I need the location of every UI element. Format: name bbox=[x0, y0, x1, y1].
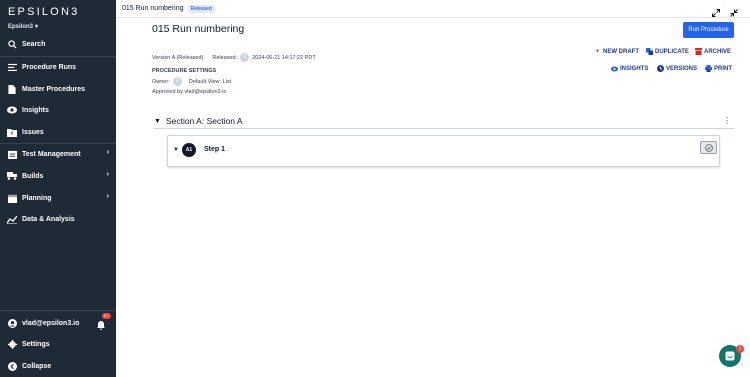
chevron-right-icon: › bbox=[106, 149, 109, 156]
divider bbox=[0, 143, 116, 144]
chart-line-icon bbox=[7, 214, 17, 224]
released-label: Released: bbox=[212, 54, 238, 61]
truck-icon bbox=[7, 171, 17, 181]
clock-icon bbox=[657, 65, 664, 72]
owner-row: Owner: V Default View: List bbox=[152, 77, 231, 86]
sidebar-item-label: Test Management bbox=[22, 150, 81, 158]
section-title: Section A: Section A bbox=[165, 116, 243, 126]
plus-icon: + bbox=[595, 48, 600, 55]
check-circle-icon bbox=[704, 143, 713, 152]
action-label: PRINT bbox=[714, 65, 732, 72]
sidebar-item-label: Insights bbox=[22, 106, 49, 114]
run-procedure-button[interactable]: Run Procedure bbox=[683, 22, 734, 38]
sidebar-item-label: Search bbox=[22, 40, 46, 48]
sidebar-item-master-procedures[interactable]: Master Procedures bbox=[0, 80, 116, 98]
step-card: ▼ A1 Step 1 bbox=[167, 135, 720, 167]
sidebar-item-settings[interactable]: Settings bbox=[0, 335, 116, 353]
procedure-title: 015 Run numbering bbox=[152, 23, 245, 35]
default-view: Default View: List bbox=[188, 78, 232, 85]
user-circle-icon bbox=[7, 318, 17, 328]
printer-icon bbox=[705, 65, 712, 72]
top-bar: 015 Run numbering Released bbox=[116, 0, 750, 18]
sidebar-item-label: Planning bbox=[22, 194, 52, 202]
avatar[interactable]: V bbox=[172, 77, 182, 86]
step-number-badge: A1 bbox=[182, 143, 196, 157]
sidebar-collapse[interactable]: Collapse bbox=[0, 357, 116, 375]
sidebar-item-label: Procedure Runs bbox=[22, 63, 77, 71]
sidebar-item-label: Collapse bbox=[22, 362, 52, 370]
sidebar-item-label: Builds bbox=[22, 172, 44, 180]
sidebar-item-label: Settings bbox=[22, 340, 50, 348]
released-timestamp: 2024-06-21 14:17:22 PDT bbox=[252, 54, 316, 61]
sidebar-item-builds[interactable]: Builds › bbox=[0, 167, 116, 185]
action-label: INSIGHTS bbox=[620, 65, 649, 72]
sidebar-item-insights[interactable]: Insights bbox=[0, 101, 116, 119]
gear-icon bbox=[7, 339, 17, 349]
step-title: Step 1 bbox=[204, 146, 226, 153]
status-badge: Released bbox=[187, 4, 215, 13]
action-label: VERSIONS bbox=[666, 65, 698, 72]
caret-down-icon[interactable]: ▼ bbox=[173, 147, 179, 153]
action-duplicate[interactable]: DUPLICATE bbox=[646, 48, 689, 55]
divider bbox=[0, 56, 116, 57]
search-icon bbox=[7, 39, 17, 49]
section-menu-icon[interactable]: ⋮ bbox=[723, 116, 731, 125]
page-tab-title: 015 Run numbering bbox=[122, 5, 184, 12]
archive-icon bbox=[695, 48, 702, 55]
collapse-view-icon[interactable] bbox=[730, 4, 739, 17]
clipboard-icon bbox=[7, 149, 17, 159]
caret-down-icon: ▾ bbox=[35, 24, 39, 30]
collapse-arrow-icon bbox=[7, 361, 17, 371]
caret-down-icon: ▼ bbox=[154, 117, 161, 125]
chevron-right-icon: › bbox=[106, 193, 109, 200]
action-insights[interactable]: INSIGHTS bbox=[611, 65, 648, 72]
action-versions[interactable]: VERSIONS bbox=[657, 65, 697, 72]
sidebar: EPSILON3 Epsilon3 ▾ Search Procedure Run… bbox=[0, 0, 116, 377]
sidebar-item-label: Data & Analysis bbox=[22, 215, 75, 223]
divider bbox=[0, 310, 116, 311]
workspace-name: Epsilon3 bbox=[8, 23, 34, 30]
sidebar-item-data-analysis[interactable]: Data & Analysis bbox=[0, 210, 116, 228]
chevron-right-icon: › bbox=[106, 171, 109, 178]
avatar: V bbox=[240, 53, 250, 62]
app-logo[interactable]: EPSILON3 bbox=[8, 6, 79, 18]
version-label: Version A (Released) bbox=[152, 54, 204, 61]
workspace-selector[interactable]: Epsilon3 ▾ bbox=[8, 23, 39, 31]
eye-icon bbox=[611, 65, 618, 72]
notifications-badge: 9+ bbox=[102, 313, 111, 319]
action-label: DUPLICATE bbox=[655, 48, 689, 55]
document-icon bbox=[7, 84, 17, 94]
chat-icon bbox=[725, 351, 735, 361]
section-header[interactable]: ▼ Section A: Section A bbox=[154, 116, 243, 126]
sidebar-item-planning[interactable]: Planning › bbox=[0, 189, 116, 207]
sidebar-item-label: Issues bbox=[22, 128, 44, 136]
action-print[interactable]: PRINT bbox=[705, 65, 732, 72]
version-info: Version A (Released) Released: V 2024-06… bbox=[152, 53, 316, 62]
runs-list-icon bbox=[7, 62, 17, 72]
expand-icon[interactable] bbox=[712, 4, 721, 17]
sidebar-item-search[interactable]: Search bbox=[0, 35, 116, 53]
issues-folder-icon bbox=[7, 127, 17, 137]
step-complete-button[interactable] bbox=[700, 141, 717, 154]
sidebar-item-label: Master Procedures bbox=[22, 85, 86, 93]
owner-label: Owner: bbox=[152, 78, 170, 85]
sidebar-item-procedure-runs[interactable]: Procedure Runs bbox=[0, 58, 116, 76]
procedure-settings-heading: PROCEDURE SETTINGS bbox=[152, 68, 217, 74]
action-archive[interactable]: ARCHIVE bbox=[695, 48, 731, 55]
eye-icon bbox=[7, 105, 17, 115]
calendar-icon bbox=[7, 193, 17, 203]
bell-icon[interactable] bbox=[97, 317, 105, 335]
action-label: NEW DRAFT bbox=[603, 48, 639, 55]
approved-by: Approved by vlad@epsilon3.io bbox=[152, 89, 227, 95]
action-new-draft[interactable]: + NEW DRAFT bbox=[594, 48, 639, 55]
divider bbox=[154, 128, 734, 129]
duplicate-icon bbox=[646, 48, 653, 55]
chat-unread-badge: 1 bbox=[736, 345, 744, 353]
action-label: ARCHIVE bbox=[704, 48, 732, 55]
sidebar-item-issues[interactable]: Issues bbox=[0, 123, 116, 141]
main-content: 015 Run numbering Run Procedure Version … bbox=[116, 18, 750, 377]
sidebar-item-test-management[interactable]: Test Management › bbox=[0, 145, 116, 163]
user-email: vlad@epsilon3.io bbox=[22, 319, 80, 327]
